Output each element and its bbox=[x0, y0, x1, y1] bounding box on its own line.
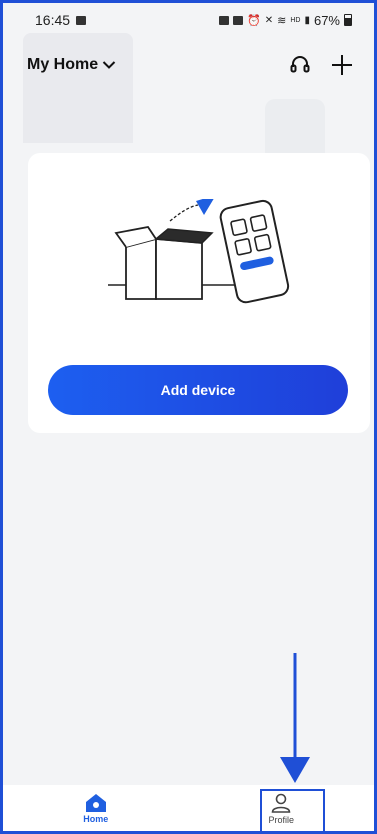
status-left: 16:45 bbox=[35, 12, 87, 28]
alarm-icon: ⏰ bbox=[247, 14, 261, 27]
add-device-button[interactable]: Add device bbox=[48, 365, 348, 415]
lock-notification-icon bbox=[233, 15, 244, 25]
plus-icon bbox=[332, 55, 352, 75]
empty-state-card: Add device bbox=[28, 153, 370, 433]
nav-profile[interactable]: Profile bbox=[189, 785, 375, 831]
home-selector[interactable]: My Home bbox=[27, 56, 116, 74]
annotation-arrow bbox=[280, 653, 310, 783]
status-time: 16:45 bbox=[35, 12, 71, 28]
add-device-illustration bbox=[108, 199, 290, 304]
battery-percent: 67% bbox=[313, 12, 340, 28]
signal-icon: ▮ bbox=[304, 14, 310, 26]
user-icon bbox=[271, 793, 291, 813]
status-right: ⏰ ✕ ≋ HD ▮ 67% bbox=[219, 13, 352, 28]
battery-icon bbox=[344, 14, 352, 26]
home-icon bbox=[85, 793, 106, 812]
headset-icon bbox=[290, 56, 310, 73]
header-actions bbox=[286, 51, 356, 79]
chevron-down-icon bbox=[102, 61, 116, 69]
bottom-nav: Home Profile bbox=[3, 785, 374, 831]
mute-icon: ✕ bbox=[264, 14, 274, 26]
nav-home-label: Home bbox=[83, 813, 109, 824]
home-name: My Home bbox=[27, 56, 99, 73]
add-button[interactable] bbox=[328, 51, 356, 79]
nav-home[interactable]: Home bbox=[3, 785, 189, 831]
hd-indicator: HD bbox=[290, 16, 301, 24]
app-header: My Home bbox=[3, 47, 374, 83]
app-screen: 16:45 ⏰ ✕ ≋ HD ▮ 67% My Home Add device … bbox=[0, 0, 377, 834]
message-notification-icon bbox=[219, 15, 230, 25]
gallery-notification-icon bbox=[76, 15, 87, 25]
wifi-icon: ≋ bbox=[277, 14, 287, 27]
status-bar: 16:45 ⏰ ✕ ≋ HD ▮ 67% bbox=[3, 3, 374, 37]
support-button[interactable] bbox=[286, 51, 314, 79]
nav-profile-label: Profile bbox=[268, 814, 294, 825]
